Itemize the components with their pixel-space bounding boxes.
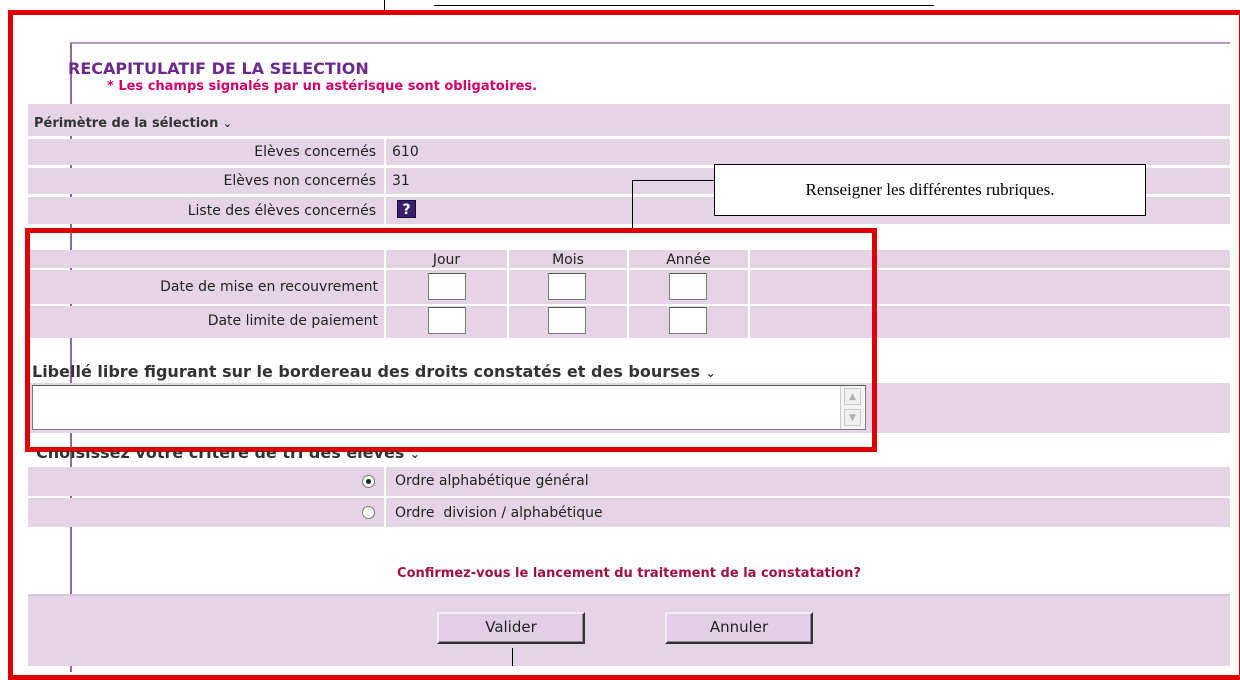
liste-eleves-label: Liste des élèves concernés xyxy=(187,203,376,219)
tri-radio-alphabetique[interactable] xyxy=(362,475,375,488)
buttons-row xyxy=(28,594,1230,666)
perimetre-section-label[interactable]: Périmètre de la sélection ⌄ xyxy=(34,116,232,131)
perimetre-col-divider xyxy=(384,139,386,224)
tri-option-division[interactable]: Ordre division / alphabétique xyxy=(395,505,603,521)
valider-button[interactable]: Valider xyxy=(437,612,585,644)
required-note: * Les champs signalés par un astérisque … xyxy=(107,79,538,94)
eleves-non-concernes-value: 31 xyxy=(392,173,410,189)
annuler-button[interactable]: Annuler xyxy=(665,612,813,644)
annotation-connector-v xyxy=(632,180,633,230)
tri-col-divider xyxy=(384,467,386,527)
eleves-concernes-label: Elèves concernés xyxy=(254,144,376,160)
help-icon[interactable]: ? xyxy=(397,200,416,218)
chevron-down-icon[interactable]: ⌄ xyxy=(223,117,232,130)
tri-option-alphabetique[interactable]: Ordre alphabétique général xyxy=(395,473,589,489)
tri-row-1 xyxy=(28,467,1230,496)
annotation-callout: Renseigner les différentes rubriques. xyxy=(714,164,1146,216)
annotation-fields-frame xyxy=(25,228,877,452)
annotation-callout-bottom-edge xyxy=(434,5,934,6)
tri-row-2 xyxy=(28,498,1230,527)
perimetre-label-text: Périmètre de la sélection xyxy=(34,116,219,131)
eleves-concernes-value: 610 xyxy=(392,144,419,160)
eleves-non-concernes-label: Elèves non concernés xyxy=(223,173,377,189)
confirm-question: Confirmez-vous le lancement du traitemen… xyxy=(397,566,861,581)
annotation-connector-h xyxy=(632,180,714,181)
page-title: RECAPITULATIF DE LA SELECTION xyxy=(68,59,369,78)
tri-radio-division[interactable] xyxy=(362,506,375,519)
buttons-row-divider xyxy=(28,594,1230,596)
annotation-connector-bottom xyxy=(512,648,513,666)
annotation-callout-text: Renseigner les différentes rubriques. xyxy=(805,180,1055,199)
